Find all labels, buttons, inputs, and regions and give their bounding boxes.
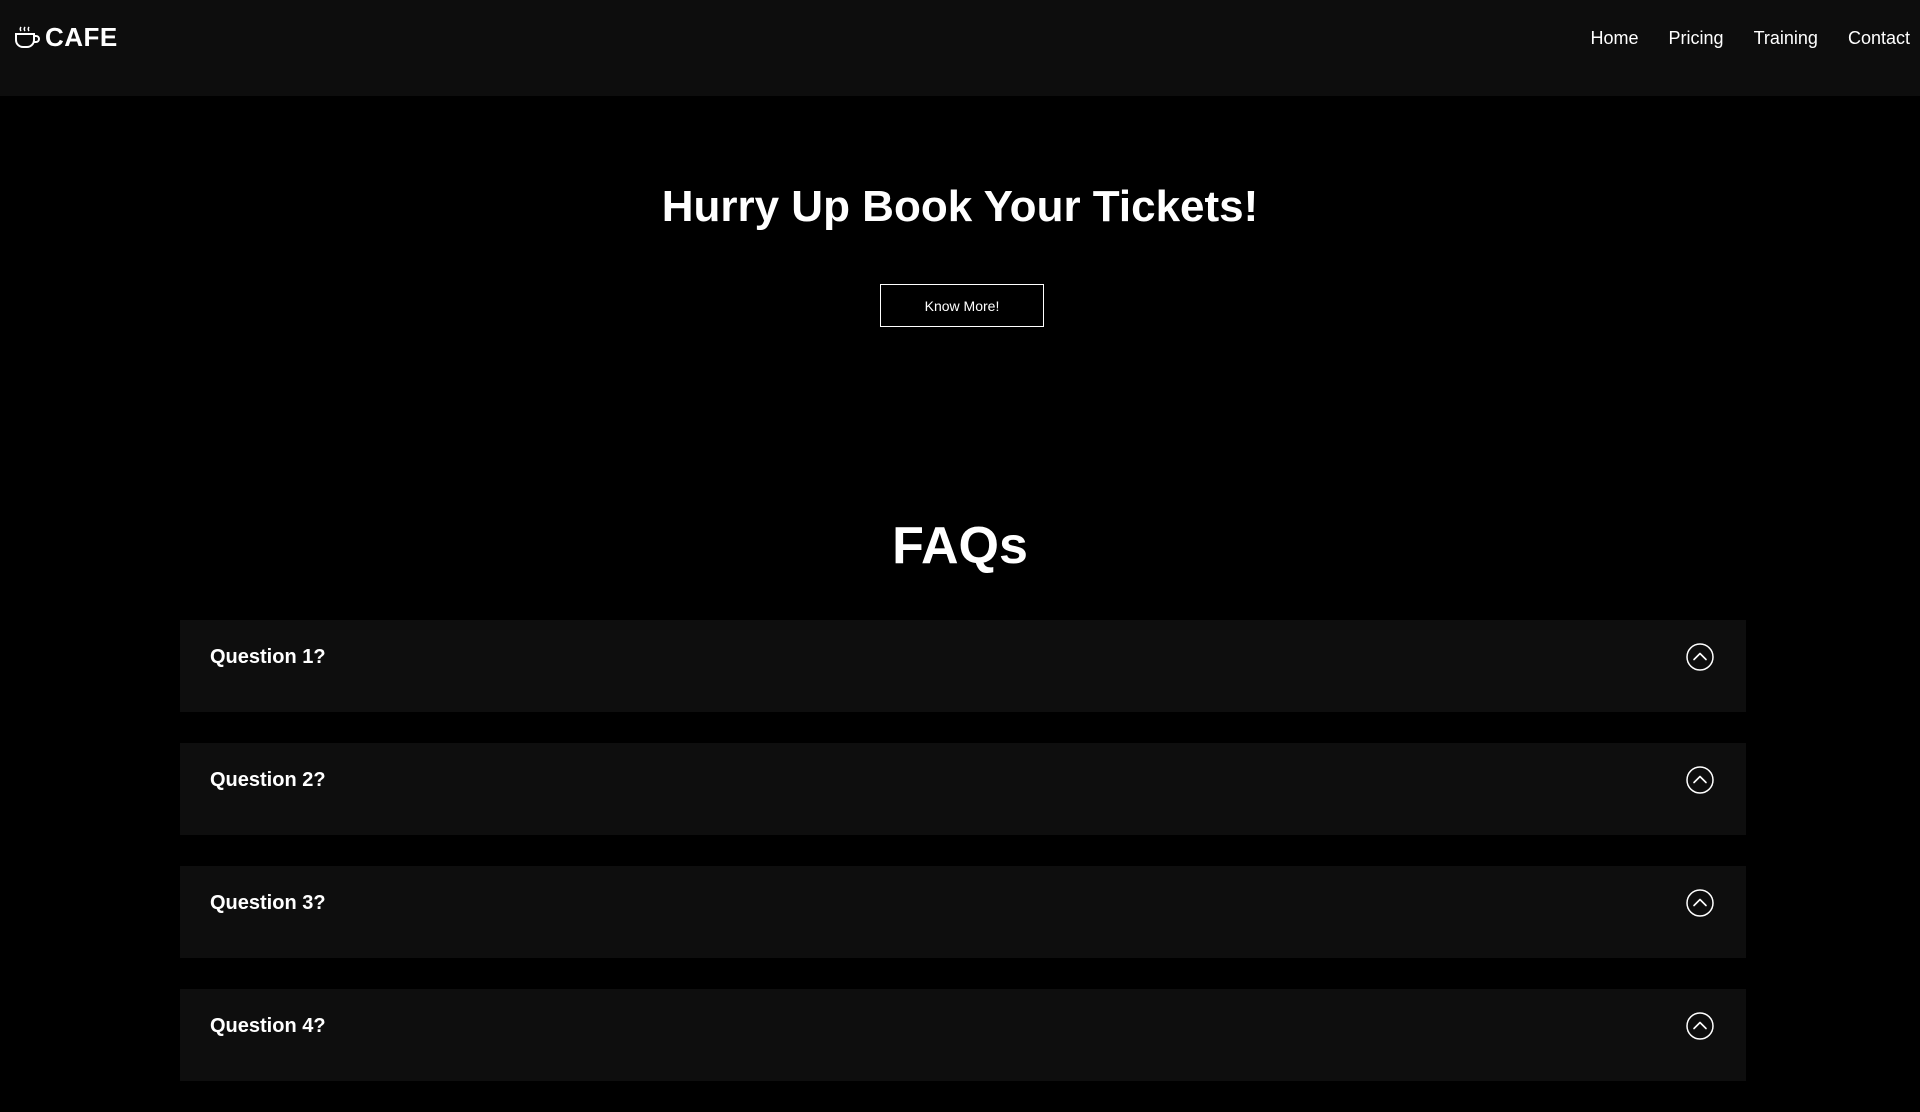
- brand-name: CAFE: [45, 22, 118, 52]
- nav-link-training[interactable]: Training: [1754, 28, 1818, 49]
- faq-question-1: Question 1?: [210, 646, 326, 668]
- faq-list: Question 1? Question 2? Question 3? Ques…: [180, 620, 1746, 1112]
- know-more-button[interactable]: Know More!: [880, 284, 1044, 327]
- brand-logo[interactable]: CAFE: [13, 22, 118, 53]
- faq-question-4: Question 4?: [210, 1015, 326, 1037]
- nav-link-pricing[interactable]: Pricing: [1669, 28, 1724, 49]
- nav-menu: Home Pricing Training Contact: [1591, 28, 1910, 49]
- top-navbar: CAFE Home Pricing Training Contact: [0, 0, 1920, 96]
- faq-item-2[interactable]: Question 2?: [180, 743, 1746, 835]
- coffee-cup-icon: [15, 26, 40, 48]
- faq-item-4[interactable]: Question 4?: [180, 989, 1746, 1081]
- chevron-up-circle-icon[interactable]: [1685, 888, 1715, 918]
- faq-section-title: FAQs: [892, 517, 1028, 575]
- nav-link-home[interactable]: Home: [1591, 28, 1639, 49]
- hero-title: Hurry Up Book Your Tickets!: [661, 182, 1259, 231]
- faq-item-1[interactable]: Question 1?: [180, 620, 1746, 712]
- faq-item-3[interactable]: Question 3?: [180, 866, 1746, 958]
- faq-question-2: Question 2?: [210, 769, 326, 791]
- nav-link-contact[interactable]: Contact: [1848, 28, 1910, 49]
- faq-question-3: Question 3?: [210, 892, 326, 914]
- chevron-up-circle-icon[interactable]: [1685, 1011, 1715, 1041]
- chevron-up-circle-icon[interactable]: [1685, 642, 1715, 672]
- chevron-up-circle-icon[interactable]: [1685, 765, 1715, 795]
